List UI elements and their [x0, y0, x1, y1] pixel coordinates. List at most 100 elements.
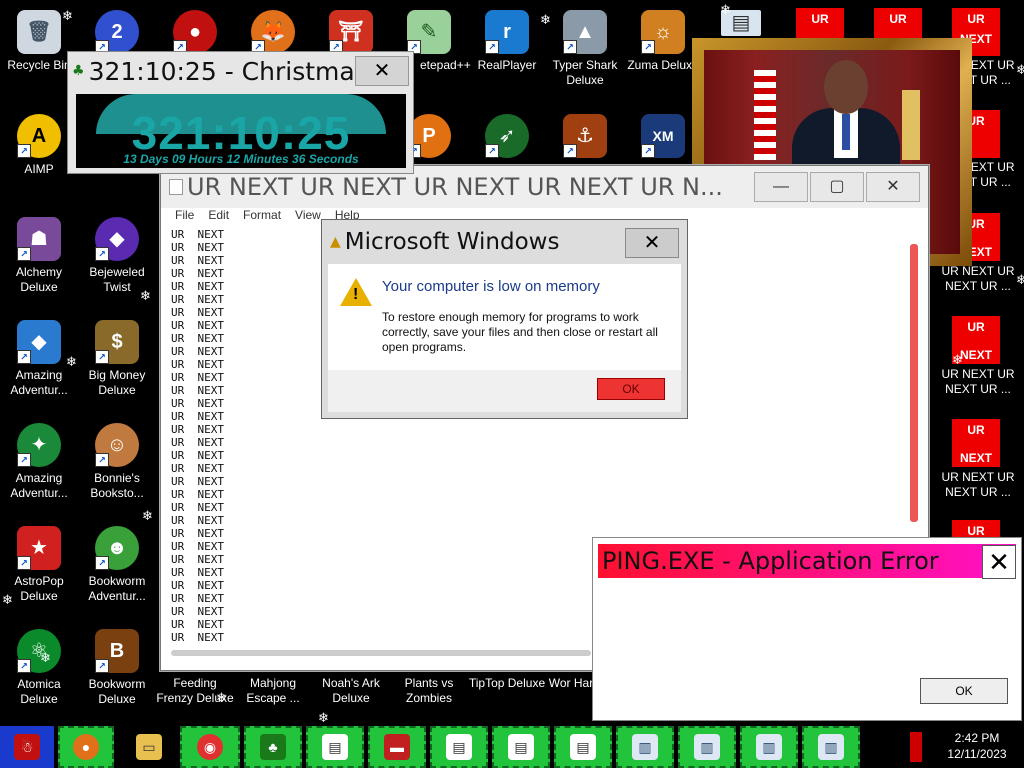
low-memory-dialog[interactable]: ▲ Microsoft Windows ✕ ! Your computer is… [321, 219, 688, 419]
desktop-icon-zuma[interactable]: ☼ ↗ Zuma Deluxe [624, 6, 702, 73]
countdown-display: 321:10:25 13 Days 09 Hours 12 Minutes 36… [76, 94, 406, 168]
ship-icon: ⚓ ↗ [563, 114, 607, 158]
ok-button[interactable]: OK [597, 378, 665, 400]
notepad-title: UR NEXT UR NEXT UR NEXT UR NEXT UR N... [187, 173, 723, 201]
snowflake-icon: ❄ [40, 650, 51, 665]
torii-icon: ⛩ ↗ [329, 10, 373, 54]
start-button[interactable]: ☃ [0, 726, 54, 768]
taskbar-window-2[interactable]: ▥ [678, 726, 736, 768]
taskbar-clock[interactable]: 2:42 PM 12/11/2023 [932, 730, 1022, 762]
ur-tile-label: UR NEXT UR NEXT UR ... [941, 470, 1015, 499]
snowflake-icon: ❄ [1016, 272, 1024, 287]
desktop-icon-bonnies-bookstore[interactable]: ☺ ↗ Bonnie's Booksto... [78, 419, 156, 501]
taskbar-countdown[interactable]: ♣ [244, 726, 302, 768]
astropop-icon: ★ ↗ [17, 526, 61, 570]
desktop-icon-window[interactable]: ▤ [702, 6, 780, 40]
minimize-button[interactable]: — [754, 172, 808, 202]
snowflake-icon: ❄ [2, 592, 13, 607]
menu-file[interactable]: File [175, 208, 194, 228]
vertical-scrollbar[interactable] [910, 244, 918, 522]
dialog-heading: Your computer is low on memory [382, 278, 600, 295]
snowflake-icon: ❄ [142, 508, 153, 523]
diamond-compass-icon: ◆ ↗ [17, 320, 61, 364]
countdown-title: 321:10:25 - Christma... [88, 56, 379, 86]
desktop-icon-bookworm-adventures[interactable]: ☻ ↗ Bookworm Adventur... [78, 522, 156, 604]
window-icon: ▥ [694, 734, 720, 760]
comet-icon: ➶ ↗ [485, 114, 529, 158]
shark-icon: ▲ ↗ [563, 10, 607, 54]
desktop-icon-plants-vs-zombies[interactable]: Plants vs Zombies [390, 676, 468, 706]
snowflake-icon: ❄ [66, 354, 77, 369]
snowflake-icon: ❄ [216, 690, 227, 705]
snowflake-icon: ❄ [318, 710, 329, 725]
maximize-button[interactable]: ▢ [810, 172, 864, 202]
christmas-tree-icon: ♣ [260, 734, 286, 760]
desktop-icon-atomica[interactable]: ⚛ ↗ Atomica Deluxe [0, 625, 78, 707]
book-icon: B ↗ [95, 629, 139, 673]
snowflake-icon: ❄ [540, 12, 551, 27]
countdown-window[interactable]: ♣ 321:10:25 - Christma... ✕ 321:10:25 13… [67, 51, 414, 174]
ok-button[interactable]: OK [920, 678, 1008, 704]
desktop-icon-ship[interactable]: ⚓ ↗ [546, 110, 624, 162]
chrome-icon: ◉ [197, 734, 223, 760]
desktop-icon-typer-shark[interactable]: ▲ ↗ Typer Shark Deluxe [546, 6, 624, 88]
snowflake-icon: ❄ [720, 2, 731, 17]
close-button[interactable]: ✕ [625, 228, 679, 258]
dialog-title: Microsoft Windows [344, 229, 560, 255]
snowflake-icon: ❄ [62, 8, 73, 23]
taskbar: ☃ ● ▭ ◉ ♣ ▤ ▬ ▤ ▤ ▤ ▥ ▥ ▥ ▥ 2:42 PM 12/1… [0, 726, 1024, 768]
menu-format[interactable]: Format [243, 208, 281, 228]
desktop-icon-noahs-ark[interactable]: Noah's Ark Deluxe [312, 676, 390, 706]
taskbar-firefox[interactable]: ● [58, 726, 114, 768]
taskbar-notepad-2[interactable]: ▤ [430, 726, 488, 768]
desktop-icon-amazing-adventures-2[interactable]: ✦ ↗ Amazing Adventur... [0, 419, 78, 501]
zuma-icon: ☼ ↗ [641, 10, 685, 54]
close-button[interactable]: ✕ [982, 545, 1016, 579]
desktop-icon-mahjong-escape[interactable]: Mahjong Escape ... [234, 676, 312, 706]
ur-tile[interactable]: UR NEXT [952, 419, 1000, 467]
desktop-icon-xm-player[interactable]: XM ↗ [624, 110, 702, 162]
desktop-icon-big-money[interactable]: $ ↗ Big Money Deluxe [78, 316, 156, 398]
taskbar-notepad-1[interactable]: ▤ [306, 726, 364, 768]
santa-icon: ☃ [14, 734, 40, 760]
close-button[interactable]: ✕ [866, 172, 920, 202]
desktop-icon-bejeweled-twist[interactable]: ◆ ↗ Bejeweled Twist [78, 213, 156, 295]
bonnie-icon: ☺ ↗ [95, 423, 139, 467]
taskbar-window-4[interactable]: ▥ [802, 726, 860, 768]
window-icon: ▥ [756, 734, 782, 760]
atomica-icon: ⚛ ↗ [17, 629, 61, 673]
notepadpp-icon: ✎ ↗ [407, 10, 451, 54]
taskbar-notepad-4[interactable]: ▤ [554, 726, 612, 768]
ping-title: PING.EXE - Application Error [602, 547, 939, 575]
ping-error-dialog[interactable]: PING.EXE - Application Error ✕ OK [592, 537, 1022, 721]
warning-icon: ! [340, 278, 372, 306]
notepad-icon: ▤ [570, 734, 596, 760]
red-ball-icon: 2 ↗ [95, 10, 139, 54]
christmas-tree-icon: ♣ [72, 63, 85, 79]
firefox-icon: 🦊 ↗ [251, 10, 295, 54]
bejeweled-icon: ◆ ↗ [95, 217, 139, 261]
taskbar-toolbox[interactable]: ▬ [368, 726, 426, 768]
window-icon: ▥ [818, 734, 844, 760]
taskbar-window-1[interactable]: ▥ [616, 726, 674, 768]
desktop-icon-bookworm-deluxe[interactable]: B ↗ Bookworm Deluxe [78, 625, 156, 707]
menu-edit[interactable]: Edit [208, 208, 229, 228]
desktop-icon-tiptop[interactable]: TipTop Deluxe [468, 676, 546, 691]
taskbar-file-explorer[interactable]: ▭ [122, 726, 176, 768]
menu-view[interactable]: View [295, 208, 321, 228]
ping-title-bar[interactable]: PING.EXE - Application Error [598, 544, 1016, 578]
desktop-icon-green-comet[interactable]: ➶ ↗ [468, 110, 546, 162]
close-button[interactable]: ✕ [355, 56, 409, 86]
taskbar-window-3[interactable]: ▥ [740, 726, 798, 768]
desktop-icon-realplayer[interactable]: r ↗ RealPlayer [468, 6, 546, 73]
taskbar-notepad-3[interactable]: ▤ [492, 726, 550, 768]
realplayer-icon: r ↗ [485, 10, 529, 54]
recycle-bin-icon: 🗑 [17, 10, 61, 54]
aimp-icon: A ↗ [17, 114, 61, 158]
desktop-icon-alchemy[interactable]: ☗ ↗ Alchemy Deluxe [0, 213, 78, 295]
horizontal-scrollbar[interactable] [171, 650, 591, 656]
notepad-icon: ▤ [322, 734, 348, 760]
folder-icon: ▭ [136, 734, 162, 760]
tray-indicator[interactable] [910, 732, 922, 762]
taskbar-chrome[interactable]: ◉ [180, 726, 240, 768]
